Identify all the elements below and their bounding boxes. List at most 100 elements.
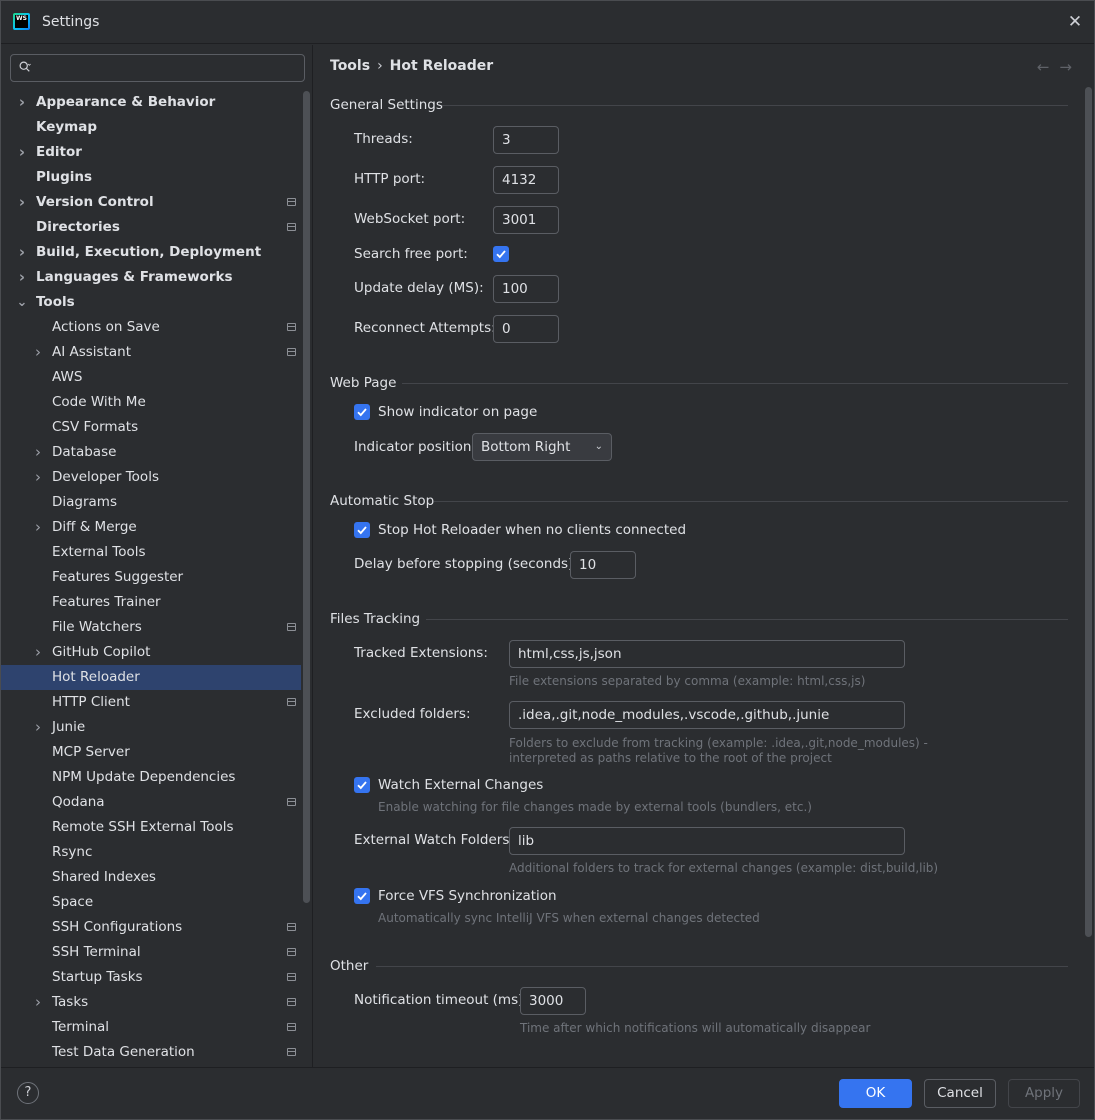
chevron-right-icon[interactable]: ›: [32, 990, 44, 1015]
show-indicator-checkbox[interactable]: [354, 404, 370, 420]
tracked-extensions-label: Tracked Extensions:: [354, 645, 488, 661]
chevron-right-icon[interactable]: ›: [32, 340, 44, 365]
reconnect-attempts-input[interactable]: 0: [493, 315, 559, 343]
sidebar-item-csv-formats[interactable]: CSV Formats: [1, 415, 301, 440]
sidebar-item-languages-frameworks[interactable]: › Languages & Frameworks: [1, 265, 301, 290]
sidebar-item-label: CSV Formats: [52, 419, 139, 435]
sidebar-item-build-execution-deployment[interactable]: › Build, Execution, Deployment: [1, 240, 301, 265]
apply-button[interactable]: Apply: [1008, 1079, 1080, 1108]
ok-button[interactable]: OK: [839, 1079, 912, 1108]
excluded-folders-hint-line2: interpreted as paths relative to the roo…: [509, 751, 832, 765]
sidebar-item-directories[interactable]: Directories: [1, 215, 301, 240]
search-icon: [19, 61, 31, 72]
watch-external-changes-checkbox[interactable]: [354, 777, 370, 793]
sidebar-item-terminal[interactable]: Terminal: [1, 1015, 301, 1040]
chevron-right-icon[interactable]: ›: [32, 465, 44, 490]
http-port-label: HTTP port:: [354, 171, 426, 187]
sidebar-item-label: Qodana: [52, 794, 105, 810]
chevron-right-icon[interactable]: ›: [16, 190, 28, 215]
breadcrumb-parent[interactable]: Tools: [330, 58, 370, 74]
help-button[interactable]: ?: [17, 1082, 39, 1104]
chevron-down-icon: ⌄: [594, 441, 603, 452]
chevron-right-icon[interactable]: ›: [32, 640, 44, 665]
sidebar-item-mcp-server[interactable]: MCP Server: [1, 740, 301, 765]
threads-input[interactable]: 3: [493, 126, 559, 154]
sidebar-item-qodana[interactable]: Qodana: [1, 790, 301, 815]
sidebar-item-features-trainer[interactable]: Features Trainer: [1, 590, 301, 615]
chevron-right-icon[interactable]: ›: [16, 90, 28, 115]
sidebar-item-ai-assistant[interactable]: › AI Assistant: [1, 340, 301, 365]
breadcrumb: Tools › Hot Reloader: [330, 58, 493, 74]
watch-external-changes-label[interactable]: Watch External Changes: [378, 777, 543, 793]
sidebar-item-database[interactable]: › Database: [1, 440, 301, 465]
sidebar-item-appearance-behavior[interactable]: › Appearance & Behavior: [1, 90, 301, 115]
sidebar-item-editor[interactable]: › Editor: [1, 140, 301, 165]
search-free-port-checkbox[interactable]: [493, 246, 509, 262]
delay-before-stopping-input[interactable]: 10: [570, 551, 636, 579]
section-other-title: Other: [330, 958, 369, 974]
sidebar-item-test-data-generation[interactable]: Test Data Generation: [1, 1040, 301, 1065]
sidebar-item-developer-tools[interactable]: › Developer Tools: [1, 465, 301, 490]
chevron-down-icon[interactable]: ⌄: [16, 290, 28, 315]
sidebar-item-file-watchers[interactable]: File Watchers: [1, 615, 301, 640]
http-port-input[interactable]: 4132: [493, 166, 559, 194]
sidebar-item-features-suggester[interactable]: Features Suggester: [1, 565, 301, 590]
chevron-right-icon[interactable]: ›: [16, 265, 28, 290]
chevron-right-icon[interactable]: ›: [32, 715, 44, 740]
sidebar-item-diff-merge[interactable]: › Diff & Merge: [1, 515, 301, 540]
indicator-position-select[interactable]: Bottom Right ⌄: [472, 433, 612, 461]
sidebar-item-startup-tasks[interactable]: Startup Tasks: [1, 965, 301, 990]
forward-arrow-icon[interactable]: →: [1059, 58, 1082, 76]
sidebar-item-label: SSH Configurations: [52, 919, 183, 935]
websocket-port-label: WebSocket port:: [354, 211, 466, 227]
sidebar-item-space[interactable]: Space: [1, 890, 301, 915]
sidebar-item-aws[interactable]: AWS: [1, 365, 301, 390]
sidebar-item-version-control[interactable]: › Version Control: [1, 190, 301, 215]
breadcrumb-separator: ›: [377, 58, 383, 74]
force-vfs-sync-label[interactable]: Force VFS Synchronization: [378, 888, 557, 904]
search-input[interactable]: [10, 54, 305, 82]
sidebar-item-label: Hot Reloader: [52, 669, 140, 685]
close-icon[interactable]: ✕: [1064, 11, 1086, 33]
sidebar-item-rsync[interactable]: Rsync: [1, 840, 301, 865]
show-indicator-label[interactable]: Show indicator on page: [378, 404, 537, 420]
chevron-right-icon[interactable]: ›: [32, 515, 44, 540]
sidebar-item-npm-update-dependencies[interactable]: NPM Update Dependencies: [1, 765, 301, 790]
sidebar-item-shared-indexes[interactable]: Shared Indexes: [1, 865, 301, 890]
sidebar-item-hot-reloader[interactable]: Hot Reloader: [1, 665, 301, 690]
sidebar-item-junie[interactable]: › Junie: [1, 715, 301, 740]
sidebar-item-code-with-me[interactable]: Code With Me: [1, 390, 301, 415]
chevron-right-icon[interactable]: ›: [16, 140, 28, 165]
sidebar-item-actions-on-save[interactable]: Actions on Save: [1, 315, 301, 340]
chevron-right-icon[interactable]: ›: [32, 440, 44, 465]
sidebar-item-label: Database: [52, 444, 117, 460]
chevron-right-icon[interactable]: ›: [16, 240, 28, 265]
content-scrollbar[interactable]: [1085, 87, 1092, 937]
settings-dialog: WS Settings ✕ › Appearance & Behavior Keym…: [0, 0, 1095, 1120]
sidebar-item-keymap[interactable]: Keymap: [1, 115, 301, 140]
excluded-folders-input[interactable]: .idea,.git,node_modules,.vscode,.github,…: [509, 701, 905, 729]
sidebar-item-tools[interactable]: ⌄ Tools: [1, 290, 301, 315]
sidebar-item-label: GitHub Copilot: [52, 644, 151, 660]
sidebar-item-external-tools[interactable]: External Tools: [1, 540, 301, 565]
sidebar-item-github-copilot[interactable]: › GitHub Copilot: [1, 640, 301, 665]
cancel-button[interactable]: Cancel: [924, 1079, 996, 1108]
tracked-extensions-input[interactable]: html,css,js,json: [509, 640, 905, 668]
update-delay-input[interactable]: 100: [493, 275, 559, 303]
sidebar-item-diagrams[interactable]: Diagrams: [1, 490, 301, 515]
back-arrow-icon[interactable]: ←: [1037, 58, 1060, 76]
sidebar-item-ssh-terminal[interactable]: SSH Terminal: [1, 940, 301, 965]
sidebar-item-http-client[interactable]: HTTP Client: [1, 690, 301, 715]
force-vfs-sync-checkbox[interactable]: [354, 888, 370, 904]
notification-timeout-input[interactable]: 3000: [520, 987, 586, 1015]
stop-when-no-clients-checkbox[interactable]: [354, 522, 370, 538]
external-watch-folders-input[interactable]: lib: [509, 827, 905, 855]
external-watch-folders-hint: Additional folders to track for external…: [509, 861, 939, 875]
websocket-port-input[interactable]: 3001: [493, 206, 559, 234]
sidebar-item-tasks[interactable]: › Tasks: [1, 990, 301, 1015]
sidebar-item-plugins[interactable]: Plugins: [1, 165, 301, 190]
sidebar-scrollbar[interactable]: [303, 91, 310, 903]
stop-when-no-clients-label[interactable]: Stop Hot Reloader when no clients connec…: [378, 522, 686, 538]
sidebar-item-remote-ssh-external-tools[interactable]: Remote SSH External Tools: [1, 815, 301, 840]
sidebar-item-ssh-configurations[interactable]: SSH Configurations: [1, 915, 301, 940]
